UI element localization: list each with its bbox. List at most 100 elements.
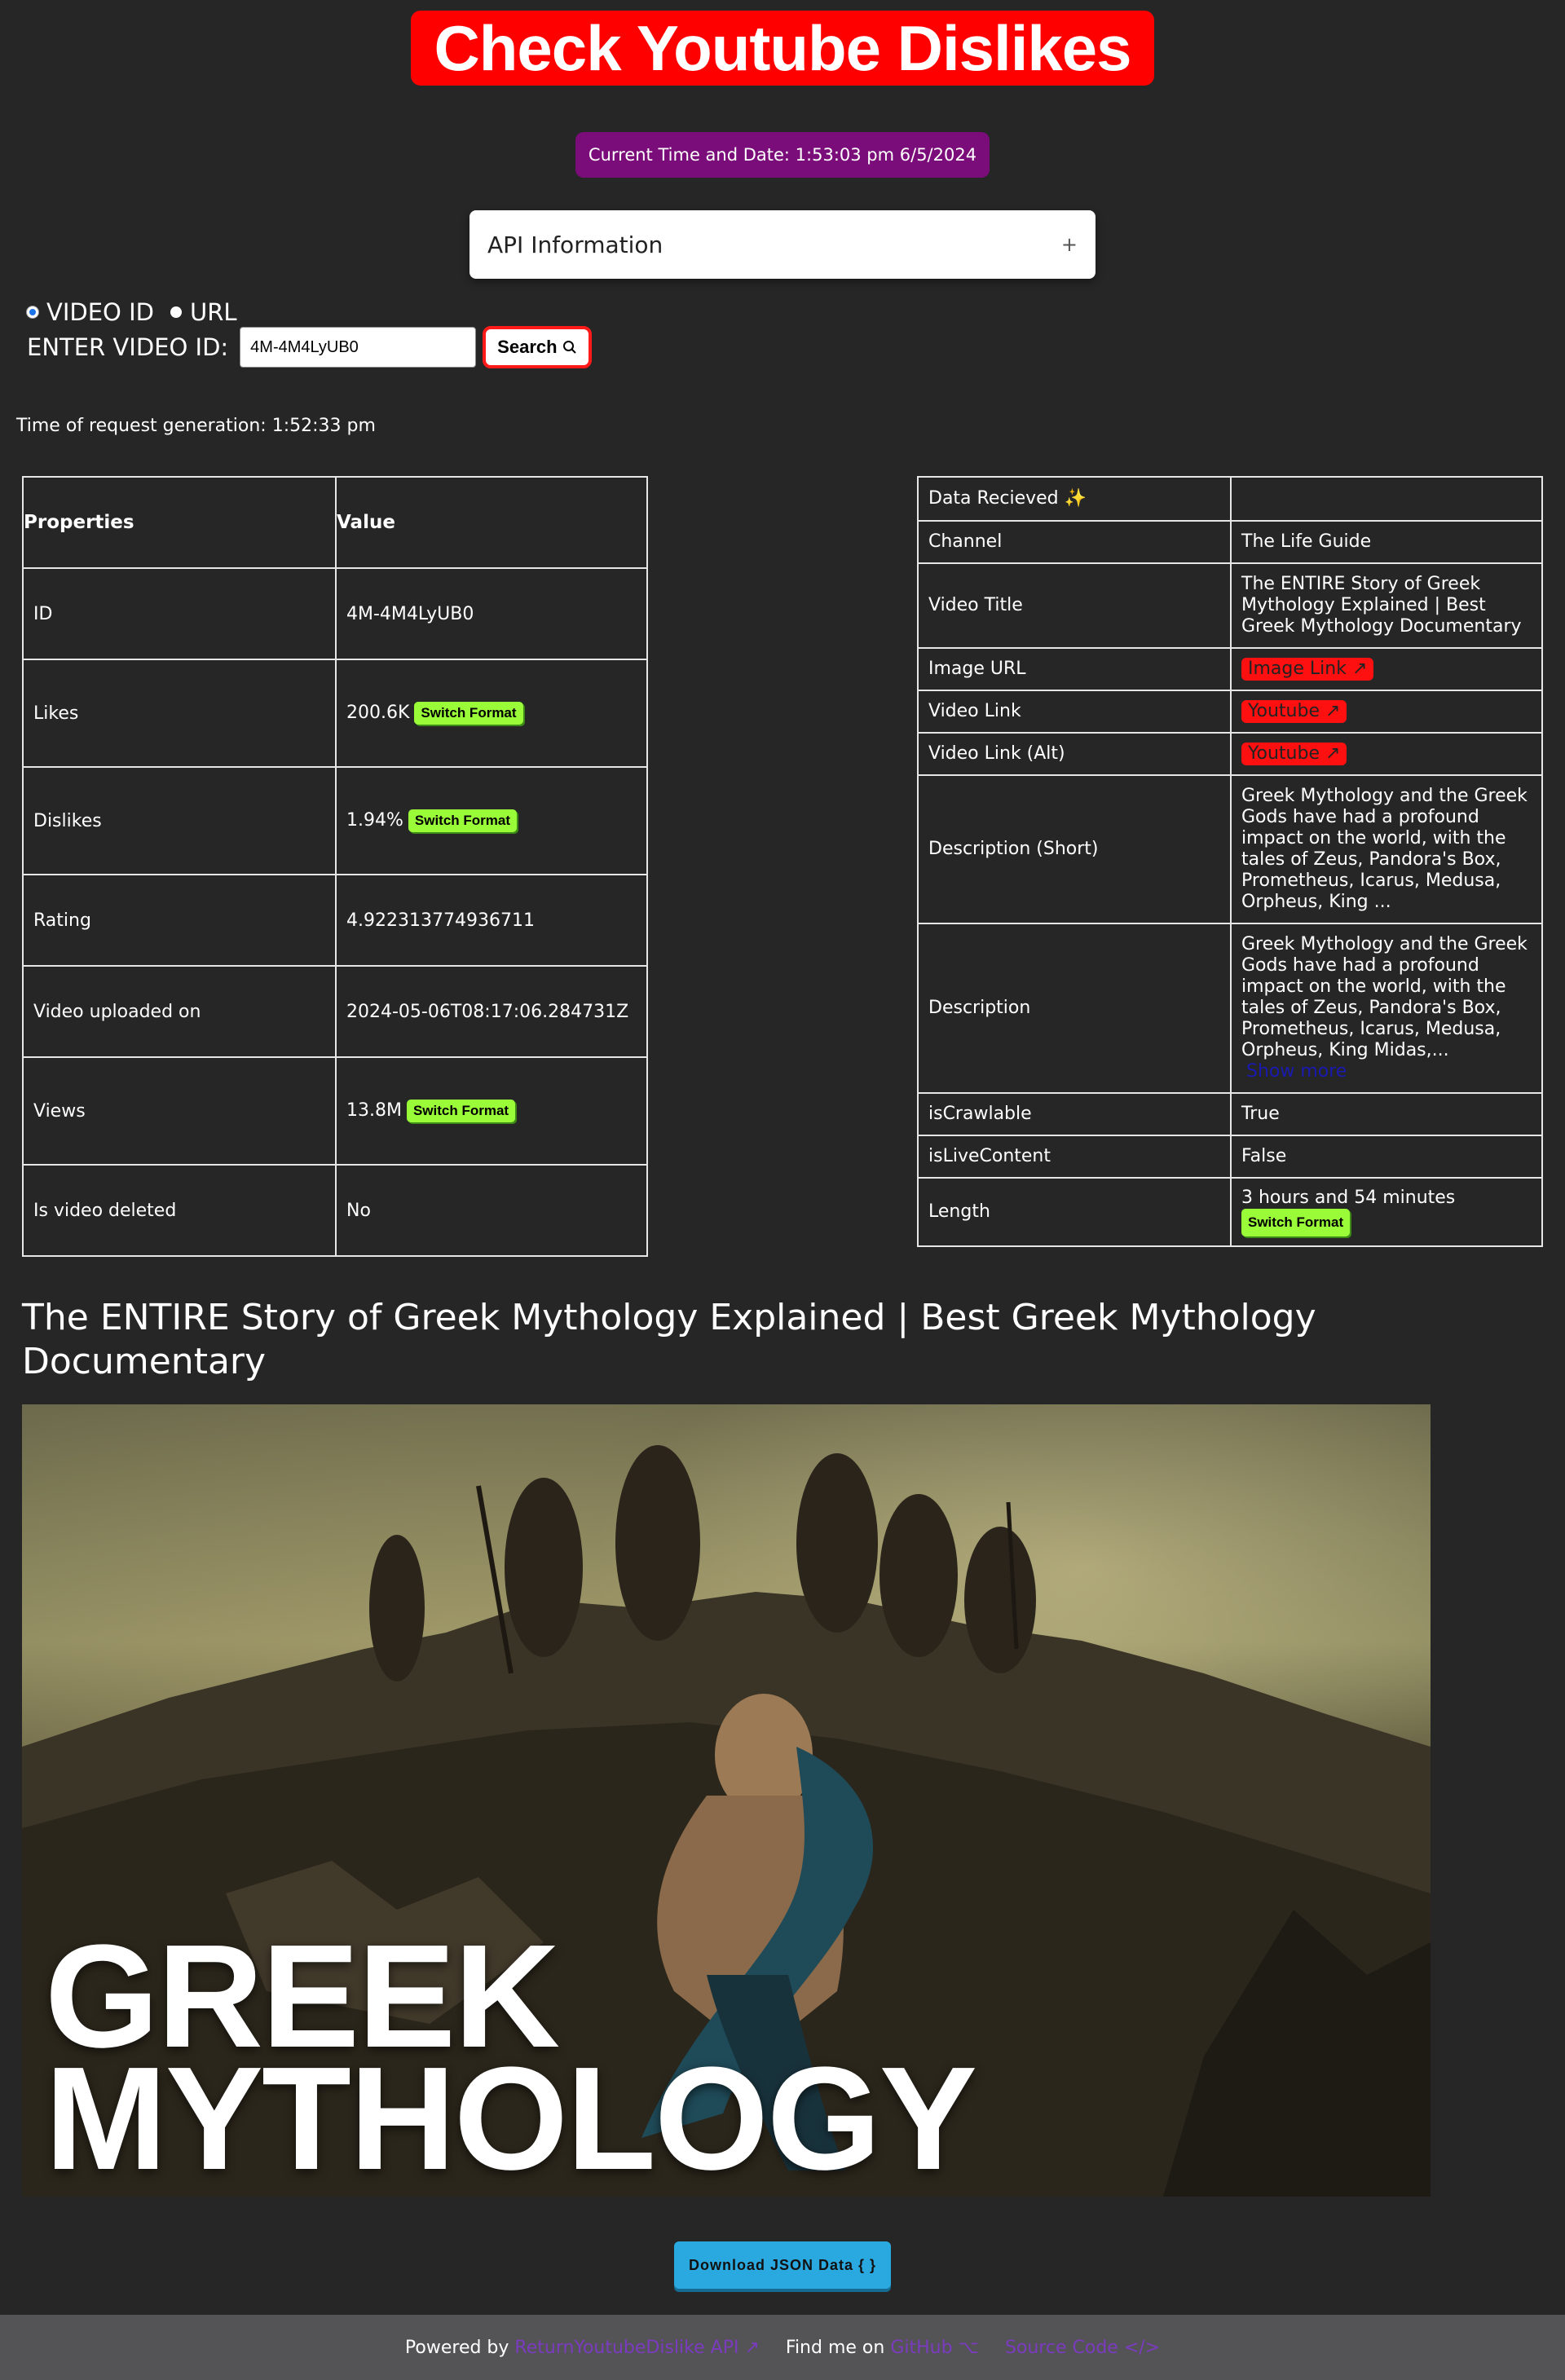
value-cell: 2024-05-06T08:17:06.284731Z xyxy=(335,965,648,1058)
value-cell: Youtube ↗ xyxy=(1230,690,1543,734)
property-cell: Video Link xyxy=(917,690,1232,734)
property-cell: ID xyxy=(22,567,337,660)
table-row: Video Title The ENTIRE Story of Greek My… xyxy=(917,562,1543,649)
find-me-label: Find me on xyxy=(785,2337,885,2358)
property-cell: Video Link (Alt) xyxy=(917,732,1232,776)
current-time-badge: Current Time and Date: 1:53:03 pm 6/5/20… xyxy=(575,132,990,178)
github-link[interactable]: GitHub ⌥ xyxy=(890,2338,979,2358)
table-row: Video uploaded on 2024-05-06T08:17:06.28… xyxy=(22,965,648,1058)
image-link[interactable]: Image Link ↗ xyxy=(1241,658,1374,681)
value-cell: Greek Mythology and the Greek Gods have … xyxy=(1230,923,1543,1094)
search-icon xyxy=(562,341,576,354)
video-id-radio-label[interactable]: VIDEO ID xyxy=(46,298,154,326)
video-id-input[interactable] xyxy=(240,327,477,368)
value-cell: Greek Mythology and the Greek Gods have … xyxy=(1230,774,1543,924)
value-cell: 3 hours and 54 minutes Switch Format xyxy=(1230,1177,1543,1247)
external-link-icon: ↗ xyxy=(744,2337,760,2358)
value-cell: The ENTIRE Story of Greek Mythology Expl… xyxy=(1230,562,1543,649)
switch-format-button[interactable]: Switch Format xyxy=(414,702,523,725)
request-time: Time of request generation: 1:52:33 pm xyxy=(16,416,376,436)
table-row: Image URL Image Link ↗ xyxy=(917,647,1543,691)
table-row: Video Link Youtube ↗ xyxy=(917,690,1543,734)
table-row: Description Greek Mythology and the Gree… xyxy=(917,923,1543,1094)
description-text: Greek Mythology and the Greek Gods have … xyxy=(1241,934,1528,1060)
table-row: isCrawlable True xyxy=(917,1092,1543,1136)
value-cell: True xyxy=(1230,1092,1543,1136)
property-cell: Is video deleted xyxy=(22,1164,337,1257)
code-icon: </> xyxy=(1123,2337,1161,2358)
switch-format-button[interactable]: Switch Format xyxy=(408,809,518,832)
property-cell: Description xyxy=(917,923,1232,1094)
plus-icon[interactable]: + xyxy=(1061,233,1078,256)
youtube-link[interactable]: Youtube ↗ xyxy=(1241,700,1347,723)
property-cell: Image URL xyxy=(917,647,1232,691)
page: Check Youtube Dislikes Current Time and … xyxy=(0,0,1565,2380)
value-cell: The Life Guide xyxy=(1230,520,1543,564)
url-radio[interactable] xyxy=(170,306,182,318)
value-cell: No xyxy=(335,1164,648,1257)
column-header-value: Value xyxy=(335,476,648,569)
value-cell: 4.922313774936711 xyxy=(335,874,648,967)
github-icon: ⌥ xyxy=(958,2337,979,2358)
show-more-link[interactable]: Show more xyxy=(1241,1061,1532,1082)
table-row: Channel The Life Guide xyxy=(917,520,1543,564)
length-value: 3 hours and 54 minutes xyxy=(1241,1188,1456,1208)
dislikes-value: 1.94% xyxy=(346,810,403,831)
property-cell: Video Title xyxy=(917,562,1232,649)
value-cell: 1.94% Switch Format xyxy=(335,766,648,875)
views-value: 13.8M xyxy=(346,1100,402,1121)
table-row: Dislikes 1.94% Switch Format xyxy=(22,766,648,875)
value-cell: 13.8M Switch Format xyxy=(335,1056,648,1166)
value-cell: Image Link ↗ xyxy=(1230,647,1543,691)
search-button[interactable]: Search xyxy=(483,326,592,368)
table-row: isLiveContent False xyxy=(917,1135,1543,1179)
accordion-label: API Information xyxy=(487,231,663,258)
property-cell: Likes xyxy=(22,659,337,768)
source-code-link[interactable]: Source Code </> xyxy=(1005,2338,1160,2358)
table-row: Video Link (Alt) Youtube ↗ xyxy=(917,732,1543,776)
switch-format-button[interactable]: Switch Format xyxy=(1241,1209,1351,1236)
youtube-alt-link[interactable]: Youtube ↗ xyxy=(1241,743,1347,765)
property-cell: Views xyxy=(22,1056,337,1166)
api-information-accordion[interactable]: API Information + xyxy=(470,210,1096,279)
column-header-properties: Properties xyxy=(22,476,337,569)
external-link-icon: ↗ xyxy=(1325,743,1341,764)
table-header-row: Data Recieved ✨ xyxy=(917,476,1543,522)
value-cell: 200.6K Switch Format xyxy=(335,659,648,768)
api-link[interactable]: ReturnYoutubeDislike API ↗ xyxy=(514,2338,759,2358)
property-cell: isCrawlable xyxy=(917,1092,1232,1136)
likes-value: 200.6K xyxy=(346,703,410,723)
property-cell: Video uploaded on xyxy=(22,965,337,1058)
property-cell: Length xyxy=(917,1177,1232,1247)
switch-format-button[interactable]: Switch Format xyxy=(406,1100,516,1122)
property-cell: Dislikes xyxy=(22,766,337,875)
value-cell: Youtube ↗ xyxy=(1230,732,1543,776)
table-row: Length 3 hours and 54 minutes Switch For… xyxy=(917,1177,1543,1247)
video-id-radio[interactable] xyxy=(27,306,38,318)
property-cell: Rating xyxy=(22,874,337,967)
footer: Powered by ReturnYoutubeDislike API ↗ Fi… xyxy=(0,2315,1565,2380)
url-radio-label[interactable]: URL xyxy=(190,298,237,326)
video-title: The ENTIRE Story of Greek Mythology Expl… xyxy=(22,1297,1316,1382)
property-cell: Channel xyxy=(917,520,1232,564)
video-thumbnail: GREEK MYTHOLOGY xyxy=(22,1404,1431,2197)
download-json-button[interactable]: Download JSON Data { } xyxy=(673,2241,892,2289)
properties-table: Properties Value ID 4M-4M4LyUB0 Likes 20… xyxy=(22,476,648,1257)
property-cell: isLiveContent xyxy=(917,1135,1232,1179)
table-row: ID 4M-4M4LyUB0 xyxy=(22,567,648,660)
table-row: Description (Short) Greek Mythology and … xyxy=(917,774,1543,924)
powered-by-label: Powered by xyxy=(404,2337,509,2358)
search-button-label: Search xyxy=(497,337,558,357)
data-received-table: Data Recieved ✨ Channel The Life Guide V… xyxy=(917,476,1543,1247)
video-id-label: ENTER VIDEO ID: xyxy=(27,333,229,361)
table-row: Likes 200.6K Switch Format xyxy=(22,659,648,768)
external-link-icon: ↗ xyxy=(1325,701,1341,721)
page-title: Check Youtube Dislikes xyxy=(411,11,1154,86)
thumbnail-text: GREEK MYTHOLOGY xyxy=(45,1915,977,2197)
property-cell: Description (Short) xyxy=(917,774,1232,924)
data-received-label: Data Recieved ✨ xyxy=(917,476,1232,522)
search-mode-group: VIDEO ID URL xyxy=(27,298,249,326)
search-form: ENTER VIDEO ID: Search xyxy=(27,326,592,368)
table-row: Views 13.8M Switch Format xyxy=(22,1056,648,1166)
table-row: Rating 4.922313774936711 xyxy=(22,874,648,967)
